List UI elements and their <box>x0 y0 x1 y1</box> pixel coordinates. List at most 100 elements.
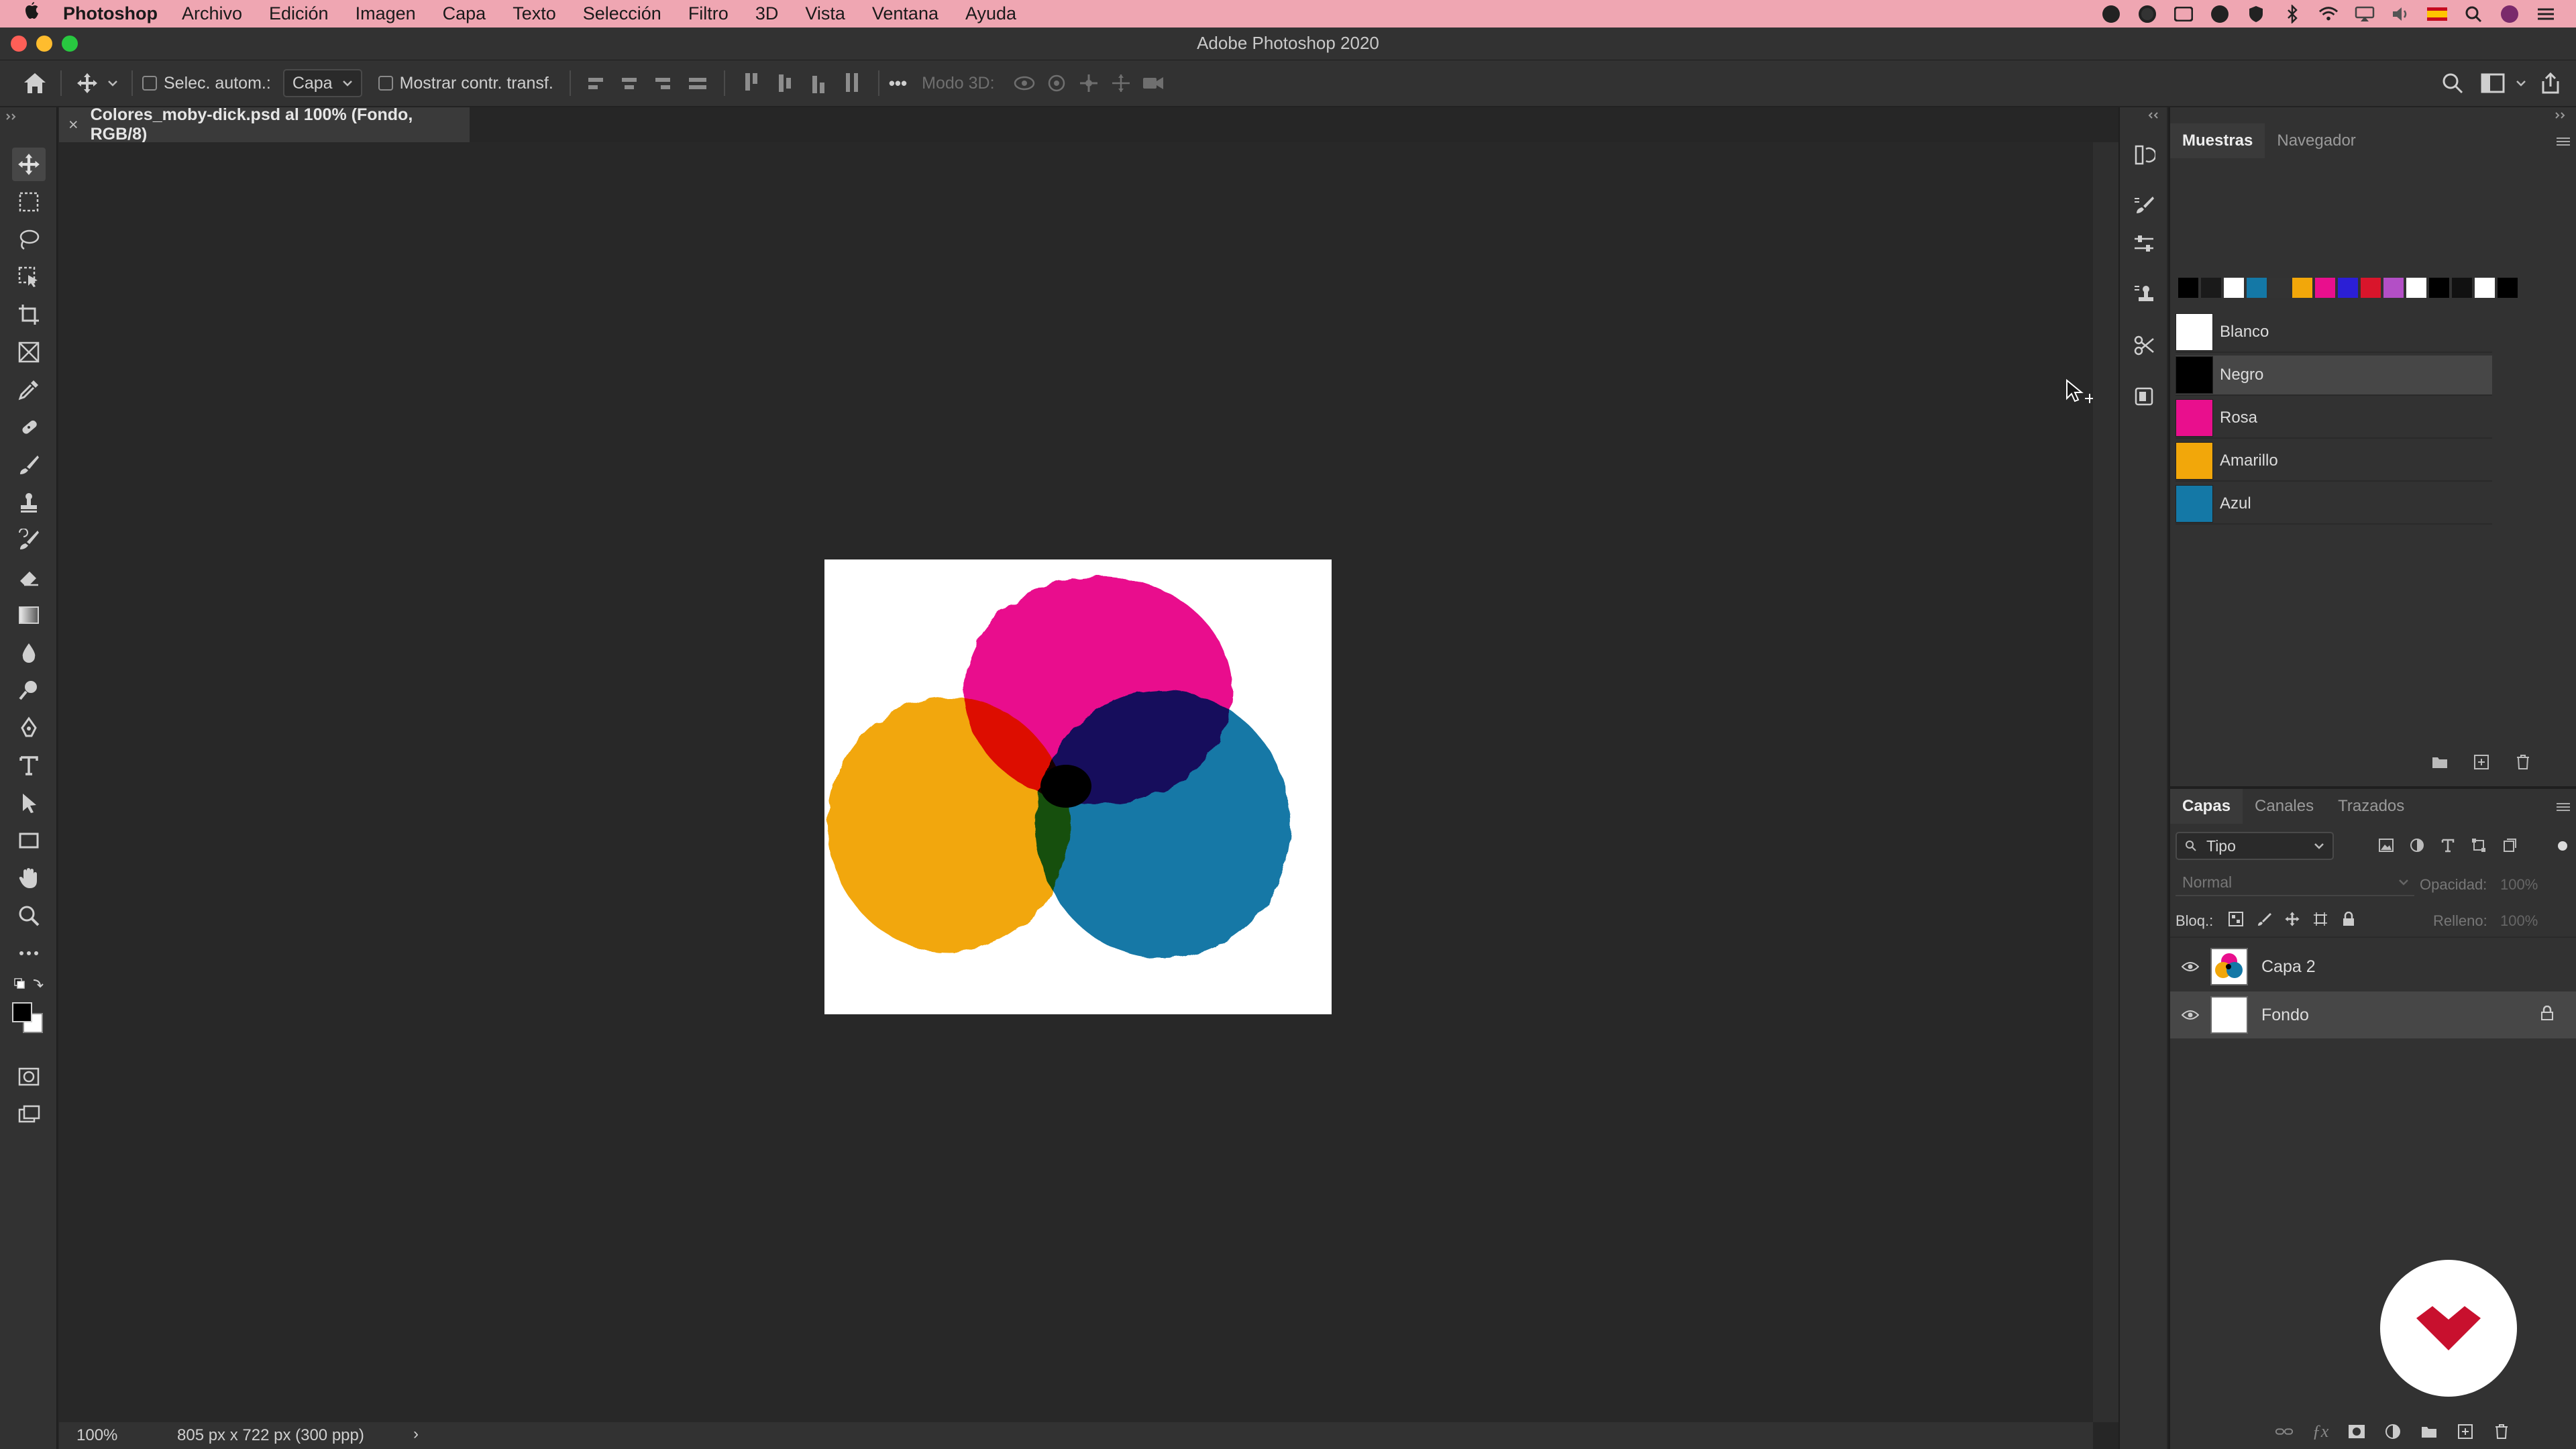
frame-tool-icon[interactable] <box>12 335 46 369</box>
object-selection-tool-icon[interactable] <box>12 260 46 294</box>
tab-navegador[interactable]: Navegador <box>2265 123 2367 158</box>
chevron-down-icon[interactable] <box>103 67 122 99</box>
collapse-panel-icon[interactable] <box>5 113 17 121</box>
3d-roll-icon[interactable] <box>1040 67 1073 99</box>
rectangle-tool-icon[interactable] <box>12 824 46 857</box>
marquee-tool-icon[interactable] <box>12 185 46 219</box>
canvas-area[interactable] <box>59 142 2094 1422</box>
3d-slide-icon[interactable] <box>1105 67 1137 99</box>
workspace-icon[interactable] <box>2477 67 2509 99</box>
layer-row[interactable]: Capa 2 <box>2170 943 2576 990</box>
adjustments-icon[interactable] <box>2127 227 2161 260</box>
tab-trazados[interactable]: Trazados <box>2326 789 2416 824</box>
vertical-scrollbar[interactable] <box>2093 142 2118 1422</box>
healing-brush-tool-icon[interactable] <box>12 411 46 444</box>
dodge-tool-icon[interactable] <box>12 674 46 707</box>
3d-orbit-icon[interactable] <box>1008 67 1040 99</box>
document-info[interactable]: 805 px x 722 px (300 ppp) <box>177 1426 364 1445</box>
app-icon[interactable] <box>2101 4 2121 24</box>
apple-icon[interactable] <box>23 1 63 27</box>
bluetooth-icon[interactable] <box>2282 4 2302 24</box>
panel-menu-icon[interactable] <box>2555 802 2571 812</box>
show-transform-checkbox[interactable] <box>378 76 393 91</box>
adjustment-layer-icon[interactable] <box>2383 1422 2402 1441</box>
document-image[interactable] <box>824 559 1332 1014</box>
menu-archivo[interactable]: Archivo <box>182 3 242 24</box>
search-icon[interactable] <box>2463 4 2483 24</box>
wifi-icon[interactable] <box>2318 4 2339 24</box>
distribute-horizontal-icon[interactable] <box>843 73 861 93</box>
foreground-background-colors[interactable] <box>12 997 46 1040</box>
app-icon[interactable] <box>2246 4 2266 24</box>
menu-ayuda[interactable]: Ayuda <box>965 3 1016 24</box>
lock-position-icon[interactable] <box>2283 910 2302 928</box>
menu-filtro[interactable]: Filtro <box>688 3 729 24</box>
palette-swatch[interactable] <box>2269 278 2290 298</box>
align-right-icon[interactable] <box>655 73 673 93</box>
tab-capas[interactable]: Capas <box>2170 789 2243 824</box>
auto-select-dropdown[interactable]: Capa <box>282 69 362 97</box>
brush-tool-icon[interactable] <box>12 448 46 482</box>
new-group-icon[interactable] <box>2420 1422 2438 1441</box>
new-layer-icon[interactable] <box>2456 1422 2475 1441</box>
crop-tool-icon[interactable] <box>12 298 46 331</box>
app-icon[interactable] <box>2137 4 2157 24</box>
pen-tool-icon[interactable] <box>12 711 46 745</box>
opacity-value[interactable]: 100% <box>2500 876 2538 894</box>
history-panel-icon[interactable] <box>2127 138 2161 172</box>
swatch-item[interactable]: Amarillo <box>2176 441 2492 482</box>
menu-seleccion[interactable]: Selección <box>583 3 661 24</box>
palette-swatch[interactable] <box>2452 278 2472 298</box>
swatch-item[interactable]: Azul <box>2176 484 2492 525</box>
filter-smart-object-icon[interactable] <box>2500 836 2519 855</box>
clone-stamp-tool-icon[interactable] <box>12 486 46 519</box>
move-tool-preset-icon[interactable] <box>71 67 103 99</box>
eye-icon[interactable] <box>2170 1010 2210 1020</box>
palette-swatch[interactable] <box>2383 278 2404 298</box>
chevron-down-icon[interactable] <box>2513 67 2529 99</box>
eyedropper-tool-icon[interactable] <box>12 373 46 407</box>
layer-row[interactable]: Fondo <box>2170 991 2576 1038</box>
align-bottom-icon[interactable] <box>810 73 827 93</box>
more-options-button[interactable]: ••• <box>889 73 907 94</box>
panel-menu-icon[interactable] <box>2555 137 2571 146</box>
app-icon[interactable] <box>2210 4 2230 24</box>
flag-es-icon[interactable] <box>2427 4 2447 24</box>
new-swatch-icon[interactable] <box>2472 753 2491 771</box>
menu-app-name[interactable]: Photoshop <box>63 3 158 24</box>
swatch-item[interactable]: Blanco <box>2176 313 2492 353</box>
avatar-icon[interactable] <box>2500 4 2520 24</box>
airplay-icon[interactable] <box>2355 4 2375 24</box>
foreground-color-swatch[interactable] <box>12 1002 32 1022</box>
gradient-tool-icon[interactable] <box>12 598 46 632</box>
menu-texto[interactable]: Texto <box>513 3 556 24</box>
filter-type-icon[interactable] <box>2438 836 2457 855</box>
align-center-horizontal-icon[interactable] <box>621 73 639 93</box>
history-brush-tool-icon[interactable] <box>12 523 46 557</box>
lock-transparent-icon[interactable] <box>2226 910 2245 928</box>
filter-adjustment-icon[interactable] <box>2408 836 2426 855</box>
delete-layer-icon[interactable] <box>2492 1422 2511 1441</box>
path-selection-tool-icon[interactable] <box>12 786 46 820</box>
align-left-icon[interactable] <box>588 73 606 93</box>
palette-swatch[interactable] <box>2224 278 2244 298</box>
palette-swatch[interactable] <box>2292 278 2312 298</box>
lasso-tool-icon[interactable] <box>12 223 46 256</box>
close-document-icon[interactable]: × <box>68 115 78 135</box>
control-center-icon[interactable] <box>2536 4 2556 24</box>
swatch-item[interactable]: Rosa <box>2176 398 2492 439</box>
filter-shape-icon[interactable] <box>2469 836 2488 855</box>
menu-vista[interactable]: Vista <box>805 3 845 24</box>
lock-all-icon[interactable] <box>2339 910 2358 928</box>
eraser-tool-icon[interactable] <box>12 561 46 594</box>
move-tool-icon[interactable] <box>12 148 46 181</box>
align-top-icon[interactable] <box>743 73 760 93</box>
expand-panel-icon[interactable] <box>2147 111 2159 119</box>
3d-pan-icon[interactable] <box>1073 67 1105 99</box>
menu-edicion[interactable]: Edición <box>269 3 329 24</box>
eye-icon[interactable] <box>2170 961 2210 972</box>
palette-swatch[interactable] <box>2201 278 2221 298</box>
volume-icon[interactable] <box>2391 4 2411 24</box>
menu-ventana[interactable]: Ventana <box>872 3 938 24</box>
quick-mask-icon[interactable] <box>12 1060 46 1093</box>
